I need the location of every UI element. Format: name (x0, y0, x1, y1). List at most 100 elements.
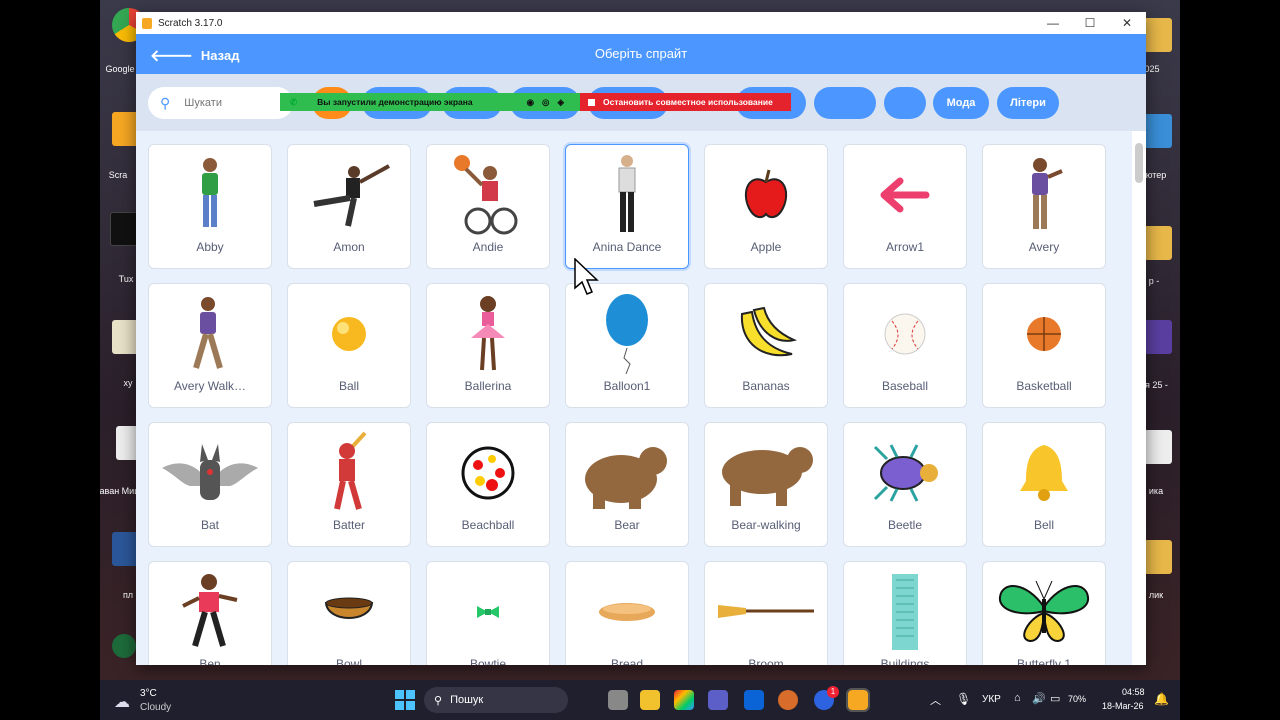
sprite-card[interactable]: Buildings (843, 561, 967, 665)
windows-start-icon[interactable] (395, 690, 415, 710)
file-explorer-icon[interactable] (640, 690, 660, 710)
search-input[interactable] (184, 97, 275, 109)
clock-time[interactable]: 04:58 (1122, 687, 1145, 697)
weather-temp[interactable]: 3°C (140, 688, 157, 699)
computer-desktop-icon[interactable] (1142, 114, 1172, 148)
sprite-name: Bear (614, 518, 640, 532)
bell-icon (983, 431, 1105, 515)
sprite-card[interactable]: Basketball (982, 283, 1106, 408)
beachball-icon (427, 431, 549, 515)
taskbar-search[interactable]: ⚲ Пошук (424, 687, 568, 713)
tag-hidden[interactable] (814, 87, 876, 119)
tag-hidden[interactable] (884, 87, 926, 119)
sprite-card[interactable]: Anina Dance (565, 144, 689, 269)
batter-icon (288, 431, 410, 515)
notification-bell-icon[interactable]: 🔔 (1154, 692, 1169, 706)
sprite-card[interactable]: Ballerina (426, 283, 550, 408)
sprite-name: Bananas (742, 379, 790, 393)
sprite-card[interactable]: Batter (287, 422, 411, 547)
folder-desktop-icon[interactable] (1142, 540, 1172, 574)
scratch-app-icon (142, 17, 152, 29)
wheelchair-basketball-icon (427, 153, 549, 237)
screenshare-status-bar: ✆ Вы запустили демонстрацию экрана ◉◎◈ (280, 93, 580, 111)
sprite-name: Butterfly 1 (1016, 657, 1072, 665)
folder-desktop-icon[interactable] (1142, 226, 1172, 260)
sprite-card[interactable]: Andie (426, 144, 550, 269)
stop-sharing-button[interactable]: Остановить совместное использование (580, 93, 791, 111)
sprite-card[interactable]: Baseball (843, 283, 967, 408)
apple-icon (705, 153, 827, 237)
sprite-name: Bread (610, 657, 644, 665)
bat-icon (149, 431, 271, 515)
boy-running-icon (149, 570, 271, 654)
sprite-card[interactable]: Amon (287, 144, 411, 269)
dancer-kick-icon (288, 153, 410, 237)
sprite-card[interactable]: Avery (982, 144, 1106, 269)
ballerina-icon (427, 292, 549, 376)
notification-badge: 1 (827, 686, 839, 698)
sprite-card[interactable]: Broom (704, 561, 828, 665)
sprite-card[interactable]: Bananas (704, 283, 828, 408)
sprite-name: Bat (200, 518, 219, 532)
pen-icon[interactable] (112, 634, 136, 658)
broom-icon (705, 570, 827, 654)
share-controls-icon[interactable]: ◉◎◈ (527, 97, 572, 108)
teams-icon[interactable] (708, 690, 728, 710)
sprite-card[interactable]: Bear-walking (704, 422, 828, 547)
sprite-name: Ball (338, 379, 359, 393)
app-icon[interactable] (778, 690, 798, 710)
sprite-card[interactable]: Ball (287, 283, 411, 408)
language-indicator[interactable]: УКР (982, 694, 1001, 705)
sprite-card[interactable]: Abby (148, 144, 272, 269)
sprite-card[interactable]: Arrow1 (843, 144, 967, 269)
folder-desktop-icon[interactable] (1142, 18, 1172, 52)
close-button[interactable]: ✕ (1110, 14, 1144, 32)
sprite-card[interactable]: Bear (565, 422, 689, 547)
tag-letters[interactable]: Літери (997, 87, 1059, 119)
sprite-card[interactable]: Balloon1 (565, 283, 689, 408)
sprite-card[interactable]: Bell (982, 422, 1106, 547)
volume-icon[interactable]: 🔊 (1032, 692, 1046, 705)
sprite-card[interactable]: Apple (704, 144, 828, 269)
library-header: 🡐 Назад Оберіть спрайт (136, 34, 1146, 74)
phone-icon: ✆ (290, 96, 298, 107)
sprite-name: Apple (750, 240, 782, 254)
document-desktop-icon[interactable] (1142, 430, 1172, 464)
clock-date[interactable]: 18-Mar-26 (1102, 701, 1144, 711)
outlook-icon[interactable] (744, 690, 764, 710)
yellow-ball-icon (288, 292, 410, 376)
battery-icon[interactable]: ▭ (1050, 692, 1060, 705)
sprite-name: Ballerina (464, 379, 512, 393)
bear-walking-icon (705, 431, 827, 515)
sprite-card[interactable]: Bread (565, 561, 689, 665)
search-box[interactable]: ⚲ (148, 87, 293, 119)
sprite-card[interactable]: Bowtie (426, 561, 550, 665)
bread-icon (566, 570, 688, 654)
sprite-card[interactable]: Butterfly 1 (982, 561, 1106, 665)
scrollbar-thumb[interactable] (1135, 143, 1143, 183)
chevron-up-icon[interactable]: ︿ (930, 692, 941, 708)
tag-fashion[interactable]: Мода (933, 87, 989, 119)
minimize-button[interactable]: — (1036, 14, 1070, 32)
scratch-taskbar-icon[interactable] (846, 688, 870, 712)
task-view-icon[interactable] (608, 690, 628, 710)
sprite-card[interactable]: Beachball (426, 422, 550, 547)
sprite-card[interactable]: Ben (148, 561, 272, 665)
sprite-card[interactable]: Beetle (843, 422, 967, 547)
microphone-icon[interactable]: 🎙 (956, 692, 971, 706)
sprite-card[interactable]: Bat (148, 422, 272, 547)
sprite-name: Andie (472, 240, 504, 254)
sprite-card[interactable]: Bowl (287, 561, 411, 665)
window-title: Scratch 3.17.0 (158, 17, 223, 29)
network-icon[interactable]: ⌂ (1014, 692, 1021, 704)
stop-sharing-label: Остановить совместное использование (603, 97, 773, 107)
sprite-name: Batter (332, 518, 365, 532)
mouse-cursor-icon (574, 258, 599, 295)
file-desktop-icon[interactable] (1142, 320, 1172, 354)
scrollbar[interactable] (1132, 131, 1146, 665)
maximize-button[interactable]: ☐ (1073, 14, 1107, 32)
butterfly-icon (983, 570, 1105, 654)
screenshare-status: Вы запустили демонстрацию экрана (317, 97, 473, 107)
copilot-icon[interactable] (674, 690, 694, 710)
sprite-card[interactable]: Avery Walk… (148, 283, 272, 408)
